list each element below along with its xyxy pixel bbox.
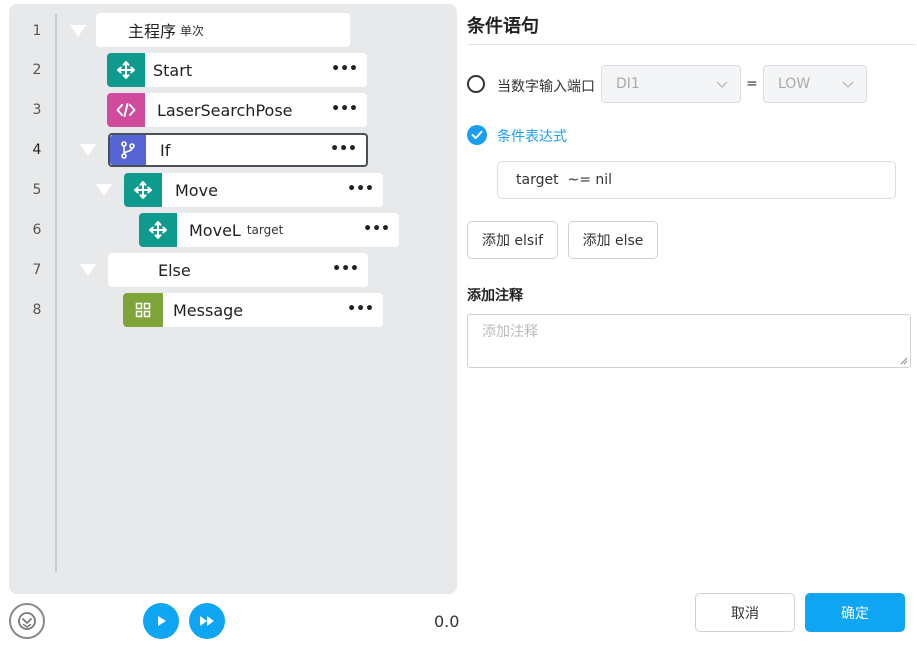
level-select-value: LOW: [778, 76, 811, 92]
movel-label: MoveL: [189, 220, 241, 240]
comment-placeholder: 添加注释: [482, 324, 538, 340]
else-menu-button[interactable]: •••: [332, 261, 359, 277]
line-number: 6: [32, 222, 42, 238]
move-icon: [124, 173, 162, 207]
digital-input-label: 当数字输入端口: [497, 79, 595, 95]
expression-radio-checked[interactable]: [467, 125, 487, 145]
line-number: 1: [32, 23, 42, 39]
time-readout: 0.0: [434, 612, 460, 631]
chevron-down-icon: [842, 81, 854, 88]
if-node[interactable]: If •••: [108, 133, 368, 167]
if-label: If: [160, 140, 171, 160]
expression-label: 条件表达式: [497, 129, 567, 145]
collapse-if-toggle[interactable]: [80, 144, 96, 156]
play-button[interactable]: [143, 603, 179, 639]
resize-handle-icon[interactable]: [900, 357, 908, 365]
line-number: 7: [32, 262, 42, 278]
panel-title: 条件语句: [467, 16, 539, 37]
program-tree-panel: 1 2 3 4 5 6 7 8 主程序 单次 Start ••• LaserSe…: [9, 4, 457, 594]
title-divider: [467, 44, 915, 45]
move-menu-button[interactable]: •••: [347, 181, 374, 197]
line-number: 8: [32, 302, 42, 318]
confirm-button[interactable]: 确定: [805, 593, 905, 632]
collapse-all-button[interactable]: [9, 603, 45, 639]
add-elsif-button[interactable]: 添加 elsif: [467, 221, 558, 259]
main-program-node[interactable]: 主程序 单次: [96, 13, 350, 47]
tree-guide-line: [55, 14, 57, 572]
chevron-down-icon: [716, 81, 728, 88]
move-node[interactable]: Move •••: [124, 173, 383, 207]
level-select[interactable]: LOW: [763, 65, 867, 103]
play-icon: [158, 616, 166, 626]
line-number-active: 4: [32, 142, 42, 158]
laser-search-pose-menu-button[interactable]: •••: [331, 101, 358, 117]
line-number: 3: [32, 102, 42, 118]
branch-icon: [110, 135, 146, 165]
chevron-down-circle-icon: [18, 612, 36, 630]
expression-input-value: target ~= nil: [516, 172, 613, 188]
grid-icon: [123, 293, 163, 327]
port-select-value: DI1: [616, 76, 640, 92]
move-label: Move: [175, 180, 218, 200]
expression-input[interactable]: target ~= nil: [497, 161, 896, 199]
comment-textarea[interactable]: 添加注释: [467, 314, 911, 368]
collapse-else-toggle[interactable]: [80, 264, 96, 276]
laser-search-pose-node[interactable]: LaserSearchPose •••: [107, 93, 367, 127]
message-node[interactable]: Message •••: [123, 293, 383, 327]
if-menu-button[interactable]: •••: [330, 141, 357, 157]
movel-node[interactable]: MoveL target •••: [139, 213, 399, 247]
else-node[interactable]: Else •••: [108, 253, 368, 287]
move-icon: [139, 213, 177, 247]
line-number: 2: [32, 62, 42, 78]
fast-forward-button[interactable]: [189, 603, 225, 639]
line-number: 5: [32, 182, 42, 198]
comment-heading: 添加注释: [467, 288, 523, 304]
start-menu-button[interactable]: •••: [331, 61, 358, 77]
start-label: Start: [153, 60, 193, 80]
check-icon: [471, 130, 483, 139]
collapse-main-toggle[interactable]: [70, 25, 86, 37]
main-program-label: 主程序: [128, 22, 177, 41]
digital-input-radio[interactable]: [467, 75, 485, 93]
port-select[interactable]: DI1: [601, 65, 741, 103]
code-icon: [107, 93, 145, 127]
laser-search-pose-label: LaserSearchPose: [157, 100, 293, 120]
collapse-move-toggle[interactable]: [96, 184, 112, 196]
movel-target: target: [246, 223, 284, 237]
movel-menu-button[interactable]: •••: [363, 221, 390, 237]
add-else-button[interactable]: 添加 else: [568, 221, 658, 259]
message-menu-button[interactable]: •••: [347, 301, 374, 317]
else-label: Else: [158, 260, 191, 280]
start-node[interactable]: Start •••: [107, 53, 367, 87]
fast-forward-icon: [200, 616, 214, 626]
move-icon: [107, 53, 145, 87]
equals-sign: =: [746, 76, 758, 92]
cancel-button[interactable]: 取消: [695, 593, 795, 632]
message-label: Message: [173, 300, 244, 320]
main-program-mode: 单次: [180, 23, 205, 38]
